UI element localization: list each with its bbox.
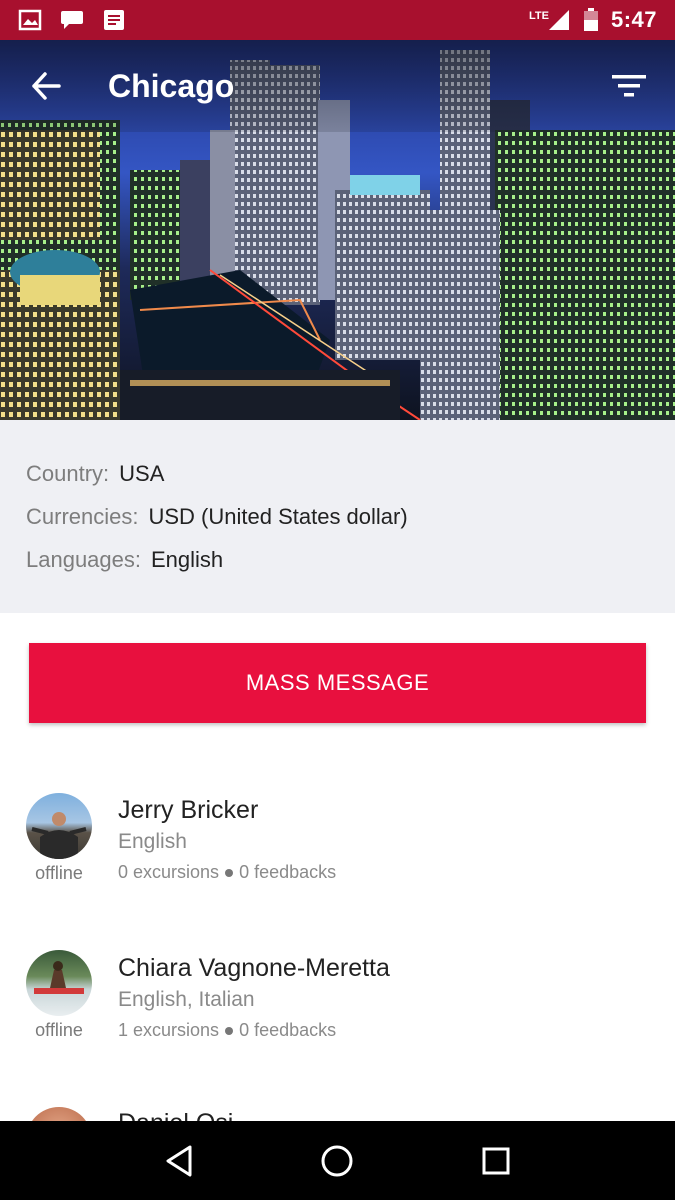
system-nav-bar [0, 1121, 675, 1200]
city-hero-image: Chicago [0, 40, 675, 420]
languages-value: English [151, 546, 224, 572]
guide-languages: English, Italian [118, 988, 255, 1011]
arrow-left-icon [32, 72, 61, 100]
back-triangle-icon [166, 1145, 192, 1176]
nav-recents-button[interactable] [466, 1131, 526, 1191]
city-info-panel: Country: USA Currencies: USD (United Sta… [0, 420, 675, 613]
country-row: Country: USA [26, 452, 649, 495]
guide-stats: 1 excursions 0 feedbacks [118, 1020, 336, 1041]
guide-name: Daniel Osi [118, 1109, 233, 1121]
avatar [26, 793, 92, 859]
back-button[interactable] [22, 62, 70, 110]
country-value: USA [119, 460, 165, 486]
nav-home-button[interactable] [307, 1131, 367, 1191]
filter-button[interactable] [605, 62, 653, 110]
guide-languages: English [118, 830, 187, 853]
filter-icon [612, 75, 646, 97]
guide-list-item[interactable]: offline Jerry Bricker English 0 excursio… [0, 770, 675, 910]
guide-list-item[interactable]: Daniel Osi [0, 1085, 675, 1121]
currencies-value: USD (United States dollar) [148, 503, 408, 529]
notes-icon [104, 10, 124, 30]
avatar [26, 1107, 92, 1121]
excursions-count: 1 excursions [118, 1020, 220, 1040]
person-photo [31, 812, 87, 859]
online-status: offline [35, 863, 83, 883]
currencies-label: Currencies: [26, 503, 139, 529]
status-bar: LTE 5:47 [0, 0, 675, 40]
languages-row: Languages: English [26, 538, 649, 581]
home-circle-icon [321, 1145, 353, 1176]
languages-label: Languages: [26, 546, 141, 572]
signal-icon [548, 10, 569, 30]
separator-dot [225, 1026, 234, 1035]
mass-message-button[interactable]: MASS MESSAGE [29, 643, 646, 723]
image-icon [18, 9, 42, 31]
network-label: LTE [528, 10, 549, 22]
avatar [26, 950, 92, 1016]
guide-name: Chiara Vagnone-Meretta [118, 954, 390, 982]
feedbacks-count: 0 feedbacks [239, 862, 337, 882]
separator-dot [225, 868, 234, 877]
status-time: 5:47 [610, 7, 657, 32]
country-label: Country: [26, 460, 110, 486]
recents-square-icon [482, 1147, 510, 1174]
guide-list-item[interactable]: offline Chiara Vagnone-Meretta English, … [0, 928, 675, 1068]
nav-back-button[interactable] [149, 1131, 209, 1191]
chat-icon [61, 11, 83, 29]
person-photo [34, 961, 84, 994]
battery-icon [583, 8, 598, 31]
app-bar: Chicago [0, 40, 675, 132]
guide-stats: 0 excursions 0 feedbacks [118, 862, 336, 883]
online-status: offline [35, 1020, 83, 1040]
excursions-count: 0 excursions [118, 862, 220, 882]
currencies-row: Currencies: USD (United States dollar) [26, 495, 649, 538]
feedbacks-count: 0 feedbacks [239, 1020, 337, 1040]
guide-name: Jerry Bricker [118, 796, 259, 824]
page-title: Chicago [108, 67, 235, 104]
